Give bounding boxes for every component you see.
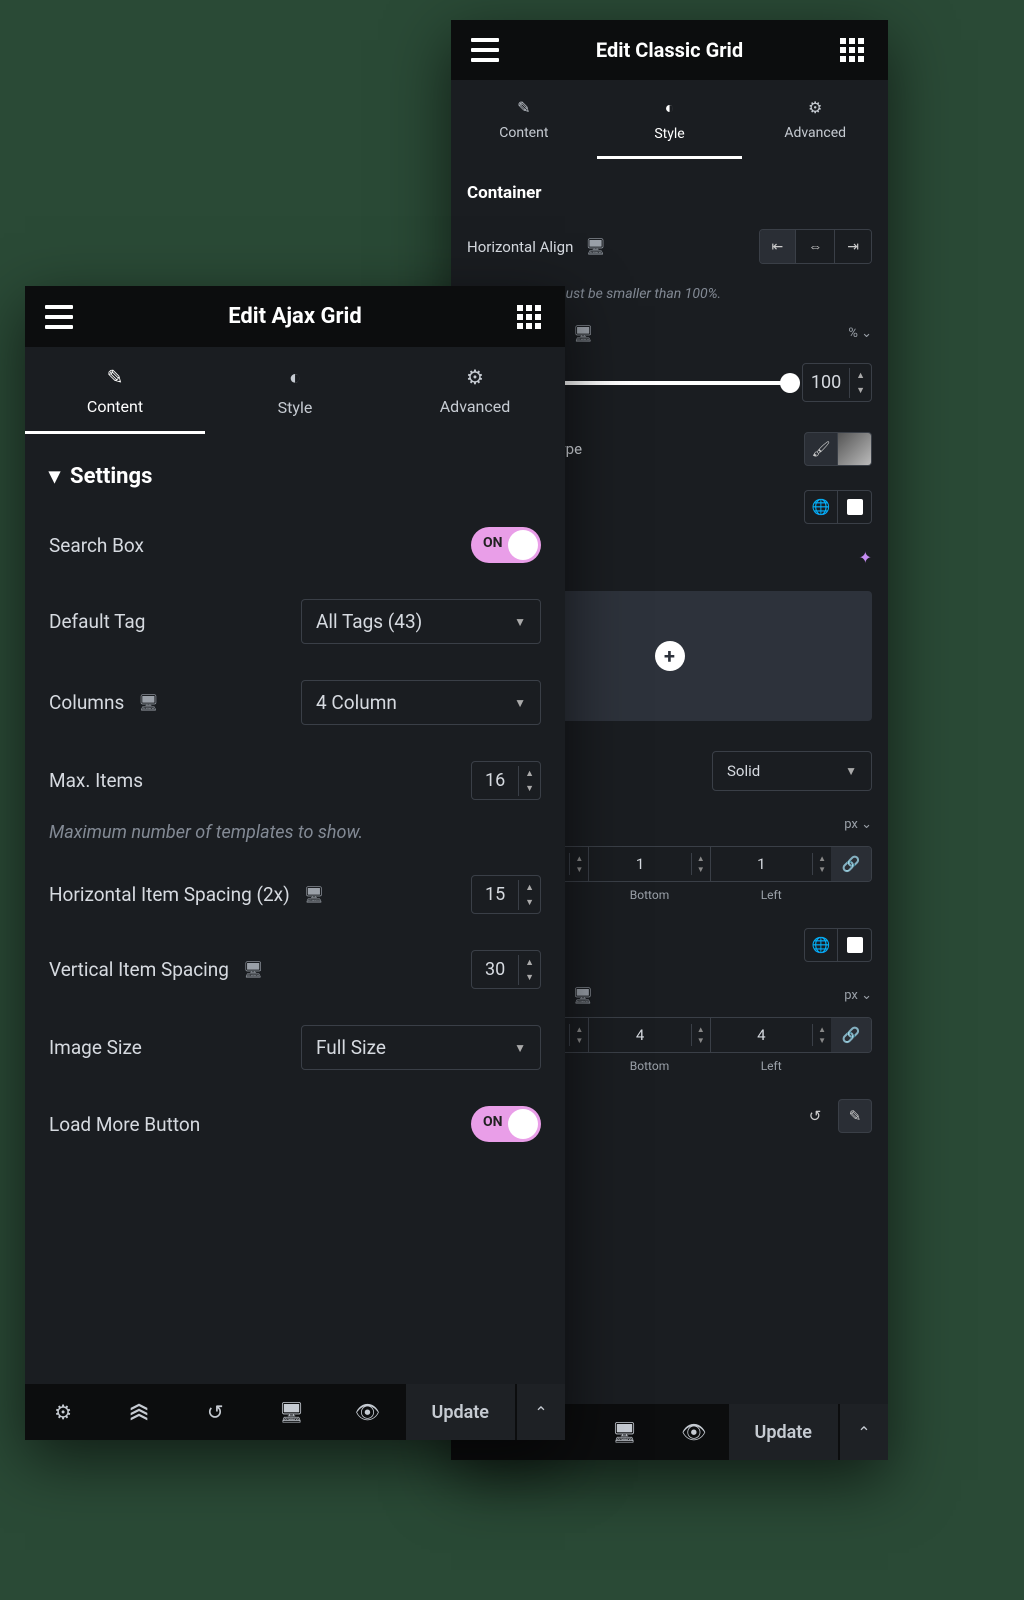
gear-icon: ⚙ xyxy=(466,365,484,389)
tab-advanced[interactable]: ⚙Advanced xyxy=(385,347,565,434)
header: Edit Ajax Grid xyxy=(25,286,565,347)
pencil-icon: ✎ xyxy=(517,98,530,117)
panel-title: Edit Ajax Grid xyxy=(228,304,362,329)
update-button[interactable]: Update xyxy=(406,1384,515,1440)
section-container[interactable]: Container xyxy=(467,159,872,213)
apps-icon[interactable] xyxy=(840,38,868,62)
gear-icon: ⚙ xyxy=(808,98,822,117)
navigator-icon[interactable] xyxy=(101,1400,177,1424)
image-size-label: Image Size xyxy=(49,1036,142,1059)
desktop-icon[interactable]: 🖥 xyxy=(573,986,593,1005)
desktop-icon[interactable]: 🖥 xyxy=(243,960,263,979)
tabs: ✎Content ◐Style ⚙Advanced xyxy=(25,347,565,434)
preview-icon[interactable]: 👁 xyxy=(659,1420,728,1444)
global-color-button[interactable]: 🌐 xyxy=(804,928,838,962)
align-center-button[interactable]: ⇔ xyxy=(795,230,834,263)
link-values-button[interactable]: 🔗 xyxy=(831,1018,871,1052)
caret-down-icon: ▾ xyxy=(49,464,60,489)
global-color-button[interactable]: 🌐 xyxy=(804,490,838,524)
history-icon[interactable]: ↺ xyxy=(177,1400,253,1424)
reset-button[interactable]: ↺ xyxy=(798,1099,832,1133)
border-left-input[interactable] xyxy=(711,847,812,881)
footer: ⚙ ↺ 🖥 👁 Update ⌃ xyxy=(25,1384,565,1440)
align-segmented: ⇤ ⇔ ⇥ xyxy=(759,229,872,264)
pencil-icon: ✎ xyxy=(107,365,124,389)
panel-body: ▾Settings Search Box ON Default Tag All … xyxy=(25,434,565,1384)
tab-style[interactable]: ◐Style xyxy=(597,80,743,159)
responsive-icon[interactable]: 🖥 xyxy=(253,1400,329,1424)
menu-icon[interactable] xyxy=(45,305,73,329)
contrast-icon: ◐ xyxy=(665,98,675,118)
publish-options-button[interactable]: ⌃ xyxy=(840,1404,888,1460)
ajax-grid-panel: Edit Ajax Grid ✎Content ◐Style ⚙Advanced… xyxy=(25,286,565,1440)
h-spacing-input[interactable]: ▲▼ xyxy=(471,875,541,914)
default-tag-select[interactable]: All Tags (43)▼ xyxy=(301,599,541,644)
load-more-label: Load More Button xyxy=(49,1113,200,1136)
max-items-hint: Maximum number of templates to show. xyxy=(49,818,541,857)
desktop-icon[interactable]: 🖥 xyxy=(138,693,158,712)
radius-unit[interactable]: px ⌄ xyxy=(844,988,872,1003)
align-left-button[interactable]: ⇤ xyxy=(760,230,796,263)
bg-classic-button[interactable]: 🖌 xyxy=(804,432,838,466)
publish-options-button[interactable]: ⌃ xyxy=(517,1384,565,1440)
update-button[interactable]: Update xyxy=(729,1404,838,1460)
section-settings[interactable]: ▾Settings xyxy=(49,434,541,509)
radius-bottom-input[interactable] xyxy=(589,1018,690,1052)
edit-shadow-button[interactable]: ✎ xyxy=(838,1099,872,1133)
border-width-unit[interactable]: px ⌄ xyxy=(844,817,872,832)
search-box-toggle[interactable]: ON xyxy=(471,527,541,563)
load-more-toggle[interactable]: ON xyxy=(471,1106,541,1142)
color-swatch-button[interactable] xyxy=(838,490,872,524)
radius-left-input[interactable] xyxy=(711,1018,812,1052)
tab-advanced[interactable]: ⚙Advanced xyxy=(742,80,888,159)
color-swatch-button[interactable] xyxy=(838,928,872,962)
unit-select[interactable]: % ⌄ xyxy=(848,326,872,341)
link-values-button[interactable]: 🔗 xyxy=(831,847,871,881)
columns-label: Columns xyxy=(49,691,124,714)
max-items-label: Max. Items xyxy=(49,769,143,792)
h-align-label: Horizontal Align🖥 xyxy=(467,237,606,256)
default-tag-label: Default Tag xyxy=(49,610,145,633)
border-type-select[interactable]: Solid▼ xyxy=(712,751,872,791)
tabs: ✎Content ◐Style ⚙Advanced xyxy=(451,80,888,159)
desktop-icon[interactable]: 🖥 xyxy=(304,885,324,904)
header: Edit Classic Grid xyxy=(451,20,888,80)
desktop-icon[interactable]: 🖥 xyxy=(585,237,605,256)
h-spacing-label: Horizontal Item Spacing (2x) xyxy=(49,883,290,906)
search-box-label: Search Box xyxy=(49,534,144,557)
panel-title: Edit Classic Grid xyxy=(596,38,743,62)
v-spacing-label: Vertical Item Spacing xyxy=(49,958,229,981)
apps-icon[interactable] xyxy=(517,305,545,329)
border-bottom-input[interactable] xyxy=(589,847,690,881)
ai-icon[interactable]: ✦ xyxy=(859,548,872,567)
menu-icon[interactable] xyxy=(471,38,499,62)
image-size-select[interactable]: Full Size▼ xyxy=(301,1025,541,1070)
columns-select[interactable]: 4 Column▼ xyxy=(301,680,541,725)
v-spacing-input[interactable]: ▲▼ xyxy=(471,950,541,989)
plus-icon: + xyxy=(655,641,685,671)
contrast-icon: ◐ xyxy=(289,365,301,390)
max-items-input[interactable]: ▲▼ xyxy=(471,761,541,800)
tab-style[interactable]: ◐Style xyxy=(205,347,385,434)
settings-icon[interactable]: ⚙ xyxy=(25,1400,101,1424)
preview-icon[interactable]: 👁 xyxy=(329,1400,405,1424)
tab-content[interactable]: ✎Content xyxy=(451,80,597,159)
desktop-icon[interactable]: 🖥 xyxy=(573,324,593,343)
tab-content[interactable]: ✎Content xyxy=(25,347,205,434)
responsive-icon[interactable]: 🖥 xyxy=(590,1420,659,1444)
bg-gradient-button[interactable] xyxy=(838,432,872,466)
align-right-button[interactable]: ⇥ xyxy=(834,230,871,263)
col-width-input[interactable]: ▲▼ xyxy=(802,363,872,402)
